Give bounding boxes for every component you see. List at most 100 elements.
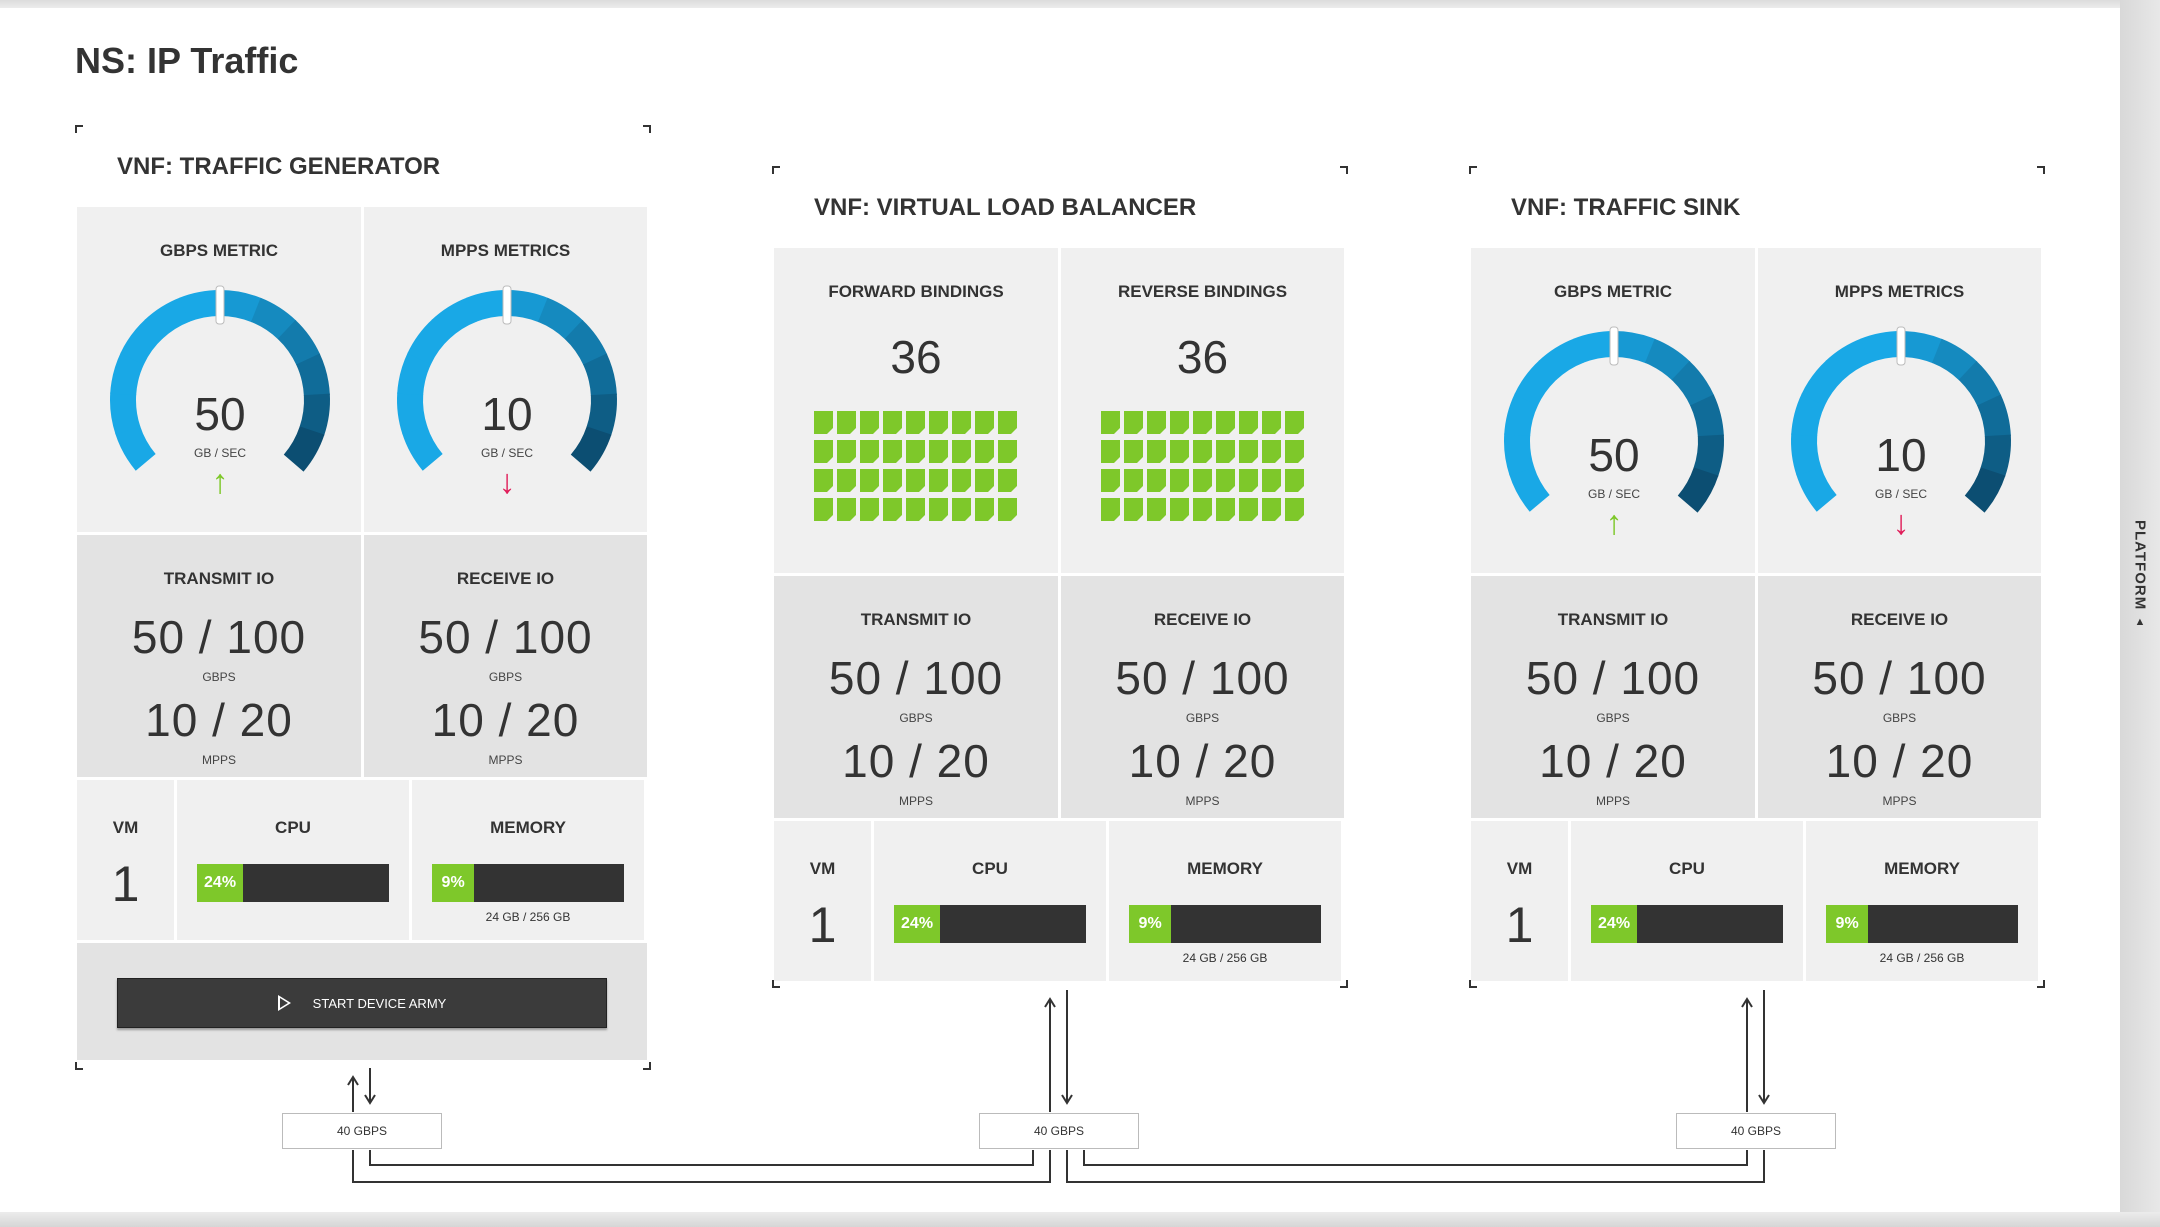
receive-io-label: RECEIVE IO <box>1850 610 1949 629</box>
binding-block <box>929 411 948 434</box>
expand-icon: ▲ <box>2134 616 2146 629</box>
binding-block <box>837 411 856 434</box>
vm-panel: VM 1 <box>774 821 871 981</box>
mpps-gauge: 10 GB / SEC ↓ <box>1778 318 2024 540</box>
transmit-gbps: 50 / 100 <box>1525 652 1701 704</box>
receive-gbps-unit: GBPS <box>1185 711 1220 725</box>
arrow-down-icon: ↓ <box>498 463 516 501</box>
binding-block <box>814 411 833 434</box>
reverse-bindings-count: 36 <box>1176 331 1229 383</box>
platform-tab[interactable]: PLATFORM ▲ <box>2122 520 2158 640</box>
gbps-metric-label: GBPS METRIC <box>1553 282 1673 301</box>
corner-marker <box>75 125 83 133</box>
gbps-gauge: 50 GB / SEC ↑ <box>1491 318 1737 540</box>
receive-io-label: RECEIVE IO <box>1153 610 1252 629</box>
binding-block <box>814 469 833 492</box>
gbps-metric-label: GBPS METRIC <box>159 241 279 260</box>
transmit-io-label: TRANSMIT IO <box>1557 610 1669 629</box>
transmit-gbps: 50 / 100 <box>828 652 1004 704</box>
memory-usage-fill: 9% <box>1826 905 1869 943</box>
transmit-mpps: 10 / 20 <box>1539 735 1687 787</box>
cpu-label: CPU <box>972 859 1008 878</box>
binding-block <box>860 440 879 463</box>
mpps-gauge: 10 GB / SEC ↓ <box>384 277 630 499</box>
arrow-up-icon: ↑ <box>211 463 229 501</box>
receive-gbps-unit: GBPS <box>488 670 523 684</box>
cpu-usage-bar: 24% <box>894 905 1086 943</box>
transmit-gbps-unit: GBPS <box>202 670 236 684</box>
memory-usage-bar: 9% <box>1129 905 1321 943</box>
binding-block <box>1216 498 1235 521</box>
vm-label: VM <box>1506 859 1533 878</box>
cpu-panel: CPU 24% <box>1571 821 1803 981</box>
corner-marker <box>643 125 651 133</box>
receive-mpps: 10 / 20 <box>1128 735 1277 787</box>
mpps-value: 10 <box>1875 429 1927 481</box>
binding-block <box>1285 440 1304 463</box>
mpps-metric-panel: MPPS METRICS 10 GB / SEC ↓ <box>1758 248 2041 573</box>
cpu-label: CPU <box>1669 859 1705 878</box>
binding-block <box>1262 411 1281 434</box>
mpps-metric-label: MPPS METRICS <box>1834 282 1965 301</box>
mpps-metric-panel: MPPS METRICS 10 GB / SEC ↓ <box>364 207 647 532</box>
binding-block <box>814 498 833 521</box>
gbps-metric-panel: GBPS METRIC 50 GB / SEC ↑ <box>1471 248 1755 573</box>
binding-block <box>883 440 902 463</box>
binding-block <box>1170 411 1189 434</box>
cpu-usage-fill: 24% <box>894 905 941 943</box>
gauge-needle <box>1896 326 1906 366</box>
memory-usage-fill: 9% <box>432 864 475 902</box>
receive-io-label: RECEIVE IO <box>456 569 555 588</box>
transmit-io-label: TRANSMIT IO <box>860 610 972 629</box>
binding-block <box>883 411 902 434</box>
receive-io-panel: RECEIVE IO 50 / 100 GBPS 10 / 20 MPPS <box>1061 576 1344 818</box>
transmit-io-label: TRANSMIT IO <box>163 569 275 588</box>
binding-block <box>1285 469 1304 492</box>
memory-label: MEMORY <box>490 818 566 837</box>
link-bandwidth-sink: 40 GBPS <box>1676 1113 1836 1149</box>
transmit-io-panel: TRANSMIT IO 50 / 100 GBPS 10 / 20 MPPS <box>77 535 361 777</box>
vnf-title: VNF: TRAFFIC GENERATOR <box>117 153 441 180</box>
memory-usage-fill: 9% <box>1129 905 1172 943</box>
corner-marker <box>1340 166 1348 174</box>
vnf-title: VNF: VIRTUAL LOAD BALANCER <box>814 194 1197 221</box>
vm-panel: VM 1 <box>1471 821 1568 981</box>
binding-block <box>1193 440 1212 463</box>
transmit-mpps-unit: MPPS <box>898 794 933 808</box>
memory-label: MEMORY <box>1187 859 1263 878</box>
memory-label: MEMORY <box>1884 859 1960 878</box>
corner-marker <box>75 1062 83 1070</box>
transmit-io-panel: TRANSMIT IO 50 / 100 GBPS 10 / 20 MPPS <box>1471 576 1755 818</box>
binding-block <box>1124 440 1143 463</box>
vnf-title: VNF: TRAFFIC SINK <box>1511 194 1741 221</box>
mpps-metric-label: MPPS METRICS <box>440 241 571 260</box>
binding-block <box>1170 498 1189 521</box>
vnf-traffic-sink: VNF: TRAFFIC SINK GBPS METRIC 50 GB / SE… <box>1469 166 2045 988</box>
binding-block <box>814 440 833 463</box>
binding-block <box>998 440 1017 463</box>
binding-block <box>1101 440 1120 463</box>
receive-gbps: 50 / 100 <box>1812 652 1987 704</box>
forward-bindings-count: 36 <box>890 331 942 383</box>
vnf-grid: GBPS METRIC 50 GB / SEC ↑ MPPS METRICS 1… <box>1471 248 2041 984</box>
binding-block <box>952 469 971 492</box>
binding-block <box>837 469 856 492</box>
vm-label: VM <box>809 859 836 878</box>
cpu-usage-bar: 24% <box>1591 905 1783 943</box>
receive-gbps: 50 / 100 <box>1115 652 1290 704</box>
gbps-value: 50 <box>194 388 246 440</box>
binding-block <box>1216 411 1235 434</box>
memory-panel: MEMORY 9% 24 GB / 256 GB <box>1109 821 1341 981</box>
corner-marker <box>643 1062 651 1070</box>
forward-bindings-blocks <box>814 411 1018 521</box>
binding-block <box>1216 440 1235 463</box>
cpu-usage-fill: 24% <box>1591 905 1638 943</box>
binding-block <box>860 498 879 521</box>
receive-mpps-unit: MPPS <box>1882 794 1917 808</box>
binding-block <box>1101 411 1120 434</box>
receive-gbps-unit: GBPS <box>1882 711 1917 725</box>
transmit-mpps-unit: MPPS <box>1595 794 1630 808</box>
binding-block <box>883 498 902 521</box>
start-device-army-button[interactable]: START DEVICE ARMY <box>117 978 607 1028</box>
receive-gbps: 50 / 100 <box>418 611 593 663</box>
